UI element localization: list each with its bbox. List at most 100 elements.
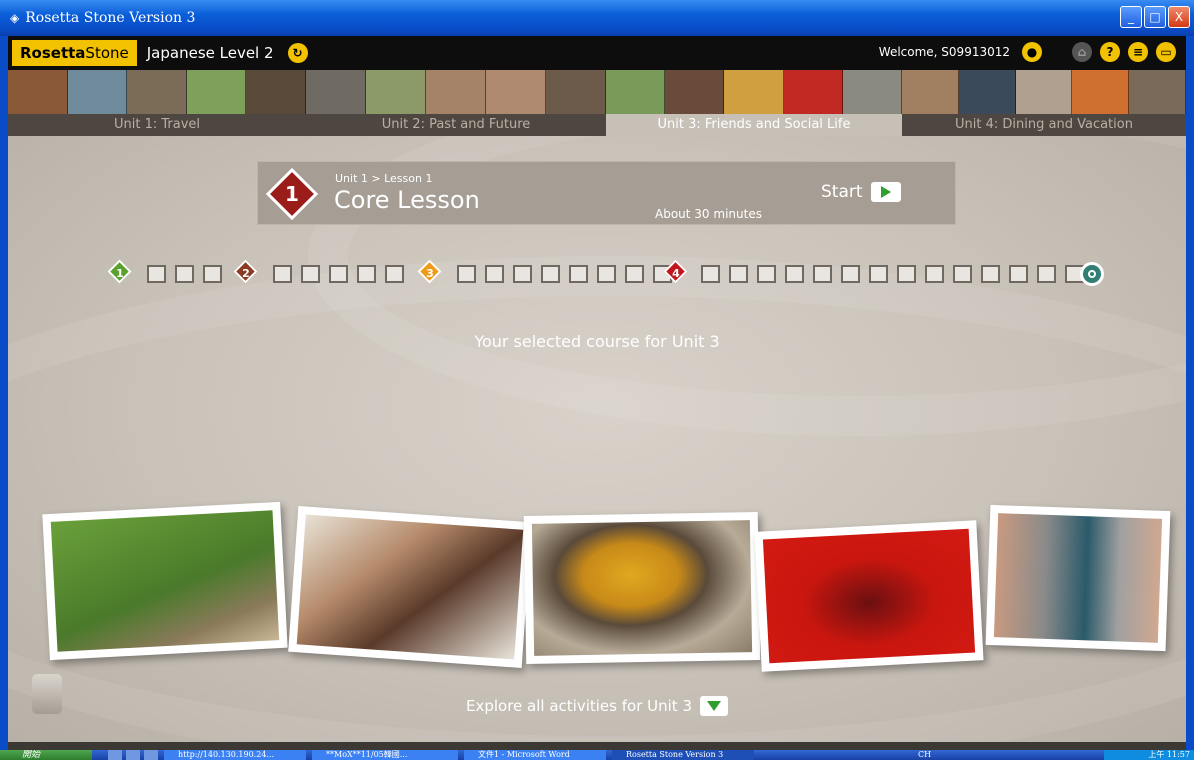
course-title: Japanese Level 2 <box>146 44 274 62</box>
app-bottom-border <box>8 742 1186 750</box>
window-border-left <box>0 36 8 750</box>
system-tray-clock: 上午 11:57 <box>1104 750 1194 760</box>
progress-step[interactable] <box>273 265 292 283</box>
rosetta-stone-logo: Rosetta Stone <box>12 40 137 66</box>
progress-step[interactable] <box>203 265 222 283</box>
lesson-duration: About 30 minutes <box>655 207 762 221</box>
taskbar-item[interactable]: http://140.130.190.24... <box>164 750 306 760</box>
tab-unit-2[interactable]: Unit 2: Past and Future <box>306 70 606 136</box>
lesson-breadcrumb: Unit 1 > Lesson 1 <box>335 172 433 185</box>
progress-step[interactable] <box>625 265 644 283</box>
progress-step[interactable] <box>329 265 348 283</box>
app-header: Rosetta Stone Japanese Level 2 ↻ Welcome,… <box>8 36 1186 70</box>
quick-launch-icon[interactable] <box>108 750 122 760</box>
progress-step[interactable] <box>701 265 720 283</box>
app-icon: ◈ <box>10 11 20 25</box>
tab-unit-4[interactable]: Unit 4: Dining and Vacation <box>902 70 1186 136</box>
progress-step[interactable] <box>729 265 748 283</box>
progress-step[interactable] <box>385 265 404 283</box>
windows-taskbar: 開始 http://140.130.190.24... **MoX**11/05… <box>0 750 1194 760</box>
lesson-number-icon: 1 <box>266 168 318 220</box>
progress-step[interactable] <box>897 265 916 283</box>
progress-step[interactable] <box>1009 265 1028 283</box>
unit-2-photo-strip <box>306 70 606 114</box>
explore-button[interactable]: Explore all activities for Unit 3 <box>8 696 1186 716</box>
progress-step[interactable] <box>869 265 888 283</box>
balcony-photo[interactable] <box>985 504 1171 652</box>
welcome-text: Welcome, S09913012 <box>878 45 1010 59</box>
logo-thin: Stone <box>85 44 129 62</box>
progress-step[interactable] <box>925 265 944 283</box>
user-icon[interactable]: ● <box>1022 42 1042 62</box>
progress-step[interactable] <box>541 265 560 283</box>
window-icon[interactable]: ▭ <box>1156 42 1176 62</box>
window-controls: _ □ X <box>1120 6 1190 28</box>
refresh-icon[interactable]: ↻ <box>287 43 308 63</box>
progress-step[interactable] <box>175 265 194 283</box>
unit-tabs: Unit 1: Travel Unit 2: Past and Future U… <box>8 70 1186 136</box>
tab-unit-2-label: Unit 2: Past and Future <box>306 114 606 136</box>
quick-launch-icon[interactable] <box>144 750 158 760</box>
window-border-right <box>1186 36 1194 750</box>
progress-step[interactable] <box>513 265 532 283</box>
home-icon[interactable]: ⌂ <box>1072 42 1092 62</box>
soup-photo[interactable] <box>523 511 761 665</box>
dog-photo[interactable] <box>42 501 288 661</box>
progress-step[interactable] <box>757 265 776 283</box>
progress-step[interactable] <box>981 265 1000 283</box>
progress-step[interactable] <box>785 265 804 283</box>
taskbar-item[interactable]: 文件1 - Microsoft Word <box>464 750 606 760</box>
explore-label: Explore all activities for Unit 3 <box>466 697 692 715</box>
progress-step[interactable] <box>953 265 972 283</box>
unit-3-photo-strip <box>606 70 902 114</box>
progress-step[interactable] <box>597 265 616 283</box>
progress-marker-4-label: 4 <box>672 267 680 280</box>
child-painted-hands-photo[interactable] <box>288 506 532 668</box>
quick-launch <box>108 750 158 760</box>
progress-step[interactable] <box>569 265 588 283</box>
window-titlebar[interactable]: ◈ Rosetta Stone Version 3 _ □ X <box>0 0 1194 36</box>
chevron-down-icon <box>699 696 728 716</box>
flamenco-dancer-photo[interactable] <box>754 520 984 672</box>
progress-marker-2-label: 2 <box>242 267 250 280</box>
close-button[interactable]: X <box>1168 6 1190 28</box>
progress-step[interactable] <box>485 265 504 283</box>
menu-icon[interactable]: ≡ <box>1128 42 1148 62</box>
progress-step[interactable] <box>357 265 376 283</box>
minimize-button[interactable]: _ <box>1120 6 1142 28</box>
quick-launch-icon[interactable] <box>126 750 140 760</box>
progress-step[interactable] <box>147 265 166 283</box>
help-icon[interactable]: ? <box>1100 42 1120 62</box>
taskbar-item-active[interactable]: Rosetta Stone Version 3 <box>612 750 754 760</box>
header-toolbar: Welcome, S09913012 ● ⌂ ? ≡ ▭ <box>879 42 1176 62</box>
start-label: Start <box>821 182 863 202</box>
play-icon <box>870 182 901 202</box>
selected-course-text: Your selected course for Unit 3 <box>474 332 720 351</box>
progress-step[interactable] <box>457 265 476 283</box>
progress-marker-3-label: 3 <box>426 267 434 280</box>
taskbar-item[interactable]: **MoX**11/05韓國... <box>312 750 458 760</box>
progress-step[interactable] <box>1037 265 1056 283</box>
progress-step[interactable] <box>841 265 860 283</box>
lesson-card[interactable]: 1 Unit 1 > Lesson 1 Core Lesson About 30… <box>257 161 956 225</box>
lesson-title: Core Lesson <box>334 186 480 214</box>
progress-step[interactable] <box>301 265 320 283</box>
start-button[interactable]: Start <box>821 182 901 202</box>
tab-unit-4-label: Unit 4: Dining and Vacation <box>902 114 1186 136</box>
tab-unit-3-label: Unit 3: Friends and Social Life <box>606 114 902 136</box>
tab-unit-1[interactable]: Unit 1: Travel <box>8 70 306 136</box>
logo-bold: Rosetta <box>20 44 86 62</box>
tab-unit-3[interactable]: Unit 3: Friends and Social Life <box>606 70 902 136</box>
unit-1-photo-strip <box>8 70 306 114</box>
window-title: Rosetta Stone Version 3 <box>25 10 196 26</box>
start-button-taskbar[interactable]: 開始 <box>0 750 92 760</box>
unit-4-photo-strip <box>902 70 1186 114</box>
review-end-icon[interactable] <box>1080 262 1104 286</box>
main-content: 1 Unit 1 > Lesson 1 Core Lesson About 30… <box>8 136 1186 742</box>
lesson-number: 1 <box>285 182 299 206</box>
maximize-button[interactable]: □ <box>1144 6 1166 28</box>
tab-unit-1-label: Unit 1: Travel <box>8 114 306 136</box>
progress-step[interactable] <box>813 265 832 283</box>
progress-marker-1-label: 1 <box>116 267 124 280</box>
language-indicator[interactable]: CH <box>918 750 931 760</box>
